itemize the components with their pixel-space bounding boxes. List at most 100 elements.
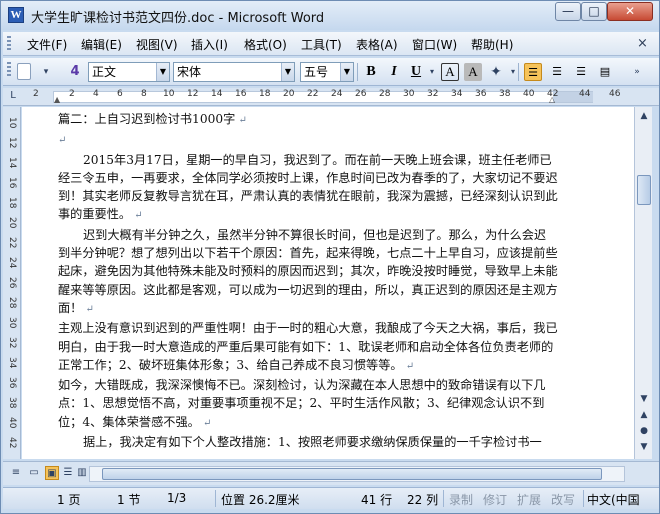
vruler-number: 34 — [7, 357, 17, 369]
menu-bar: 文件(F) 编辑(E) 视图(V) 插入(I) 格式(O) 工具(T) 表格(A… — [3, 32, 659, 56]
menu-insert[interactable]: 插入(I) — [191, 36, 228, 53]
vruler-number: 22 — [7, 237, 17, 249]
document-heading: 篇二：上自习迟到检讨书1000字 ↵ — [58, 112, 247, 126]
style-value: 正文 — [92, 65, 117, 79]
toolbar-options-icon[interactable]: » — [628, 63, 646, 81]
formatting-toolbar: ▾ 4 正文 ▼ 宋体 ▼ 五号 ▼ B I U ▾ A A ✦ ▾ ☰ ☰ ☰… — [3, 58, 659, 86]
previous-page-icon[interactable]: ▲ — [636, 407, 652, 423]
horizontal-scroll-thumb[interactable] — [102, 468, 602, 480]
vruler-number: 20 — [7, 217, 17, 229]
status-column: 22 列 — [407, 493, 439, 507]
document-body[interactable]: 篇二：上自习迟到检讨书1000字 ↵ ↵ 2015年3月17日，星期一的早自习，… — [58, 107, 558, 451]
toolbar-overflow-icon[interactable]: ▾ — [37, 63, 55, 81]
highlight-dropdown-icon[interactable]: ▾ — [504, 63, 522, 81]
toolbar-separator — [357, 63, 358, 81]
font-size-combo[interactable]: 五号 ▼ — [300, 62, 354, 82]
toolbar-grip-icon[interactable] — [7, 62, 11, 78]
font-value: 宋体 — [177, 65, 202, 79]
font-combo[interactable]: 宋体 ▼ — [173, 62, 295, 82]
char-border-icon[interactable]: A — [441, 63, 459, 81]
menu-edit[interactable]: 编辑(E) — [81, 36, 122, 53]
vertical-scroll-thumb[interactable] — [637, 175, 651, 205]
status-record[interactable]: 录制 — [449, 491, 473, 508]
align-left-icon[interactable]: ☰ — [524, 63, 542, 81]
status-line: 41 行 — [361, 493, 393, 507]
style-combo[interactable]: 正文 ▼ — [88, 62, 170, 82]
ruler-number: 36 — [475, 89, 487, 99]
document-paragraph: 据上，我决定有如下个人整改措施：1、按照老师要求缴纳保质保量的一千字检讨书一 — [83, 435, 542, 450]
status-overtype[interactable]: 改写 — [551, 491, 575, 508]
document-paragraph: 如今，大错既成，我深深懊悔不已。深刻检讨，认为深藏在本人思想中的致命错误有以下几… — [58, 378, 546, 429]
horizontal-scrollbar[interactable] — [89, 466, 625, 482]
word-app-icon[interactable]: W — [8, 7, 24, 23]
font-size-value: 五号 — [304, 65, 329, 79]
ruler-number: 6 — [117, 89, 123, 99]
ruler-number: 12 — [187, 89, 199, 99]
close-window-button[interactable]: ✕ — [607, 2, 653, 21]
highlight-icon[interactable]: ✦ — [487, 63, 505, 81]
maximize-button[interactable]: □ — [581, 2, 607, 21]
ruler-number: 26 — [355, 89, 367, 99]
status-track-changes[interactable]: 修订 — [483, 491, 507, 508]
menubar-grip-icon[interactable] — [7, 36, 11, 52]
ruler-number: 14 — [211, 89, 223, 99]
align-center-icon[interactable]: ☰ — [548, 63, 566, 81]
right-indent-icon[interactable]: △ — [549, 95, 555, 104]
menu-format[interactable]: 格式(O) — [244, 36, 287, 53]
status-separator — [583, 490, 584, 507]
view-bar: ≡ ▭ ▣ ☰ ▥ — [3, 461, 659, 485]
toolbar-separator — [518, 63, 519, 81]
bold-icon[interactable]: B — [362, 63, 380, 81]
normal-view-icon[interactable]: ≡ — [9, 466, 23, 480]
document-page[interactable]: 篇二：上自习迟到检讨书1000字 ↵ ↵ 2015年3月17日，星期一的早自习，… — [22, 107, 634, 459]
horizontal-ruler[interactable]: L 2 2 4 6 8 10 12 14 16 18 20 22 24 26 2… — [3, 88, 659, 106]
align-justify-icon[interactable]: ▤ — [596, 63, 614, 81]
word-window: W 大学生旷课检讨书范文四份.doc - Microsoft Word — □ … — [0, 0, 660, 514]
outline-view-icon[interactable]: ☰ — [61, 466, 75, 480]
menu-window[interactable]: 窗口(W) — [412, 36, 457, 53]
first-line-indent-icon[interactable]: ▲ — [54, 95, 60, 104]
menu-file[interactable]: 文件(F) — [27, 36, 67, 53]
menu-help[interactable]: 帮助(H) — [471, 36, 513, 53]
minimize-button[interactable]: — — [555, 2, 581, 21]
menu-view[interactable]: 视图(V) — [136, 36, 178, 53]
reading-view-icon[interactable]: ▥ — [75, 466, 89, 480]
chevron-down-icon[interactable]: ▼ — [340, 63, 353, 81]
new-document-icon[interactable] — [17, 63, 31, 80]
ruler-number: 46 — [609, 89, 621, 99]
select-browse-object-icon[interactable]: ● — [636, 423, 652, 439]
vertical-scrollbar[interactable]: ▲ ▼ ▲ ● ▼ — [634, 107, 652, 459]
chevron-down-icon[interactable]: ▼ — [156, 63, 169, 81]
ruler-number: 2 — [69, 89, 75, 99]
status-separator — [215, 490, 216, 507]
status-extend[interactable]: 扩展 — [517, 491, 541, 508]
ruler-number: 40 — [523, 89, 535, 99]
menu-table[interactable]: 表格(A) — [356, 36, 398, 53]
title-bar: W 大学生旷课检讨书范文四份.doc - Microsoft Word — □ … — [1, 1, 659, 30]
underline-dropdown-icon[interactable]: ▾ — [423, 63, 441, 81]
status-separator — [443, 490, 444, 507]
vruler-number: 12 — [7, 137, 17, 149]
tab-selector-icon[interactable]: L — [6, 89, 20, 103]
ruler-number: 10 — [163, 89, 175, 99]
align-right-icon[interactable]: ☰ — [572, 63, 590, 81]
italic-icon[interactable]: I — [385, 63, 403, 81]
chevron-down-icon[interactable]: ▼ — [281, 63, 294, 81]
print-view-icon[interactable]: ▣ — [45, 466, 59, 480]
ruler-number: 24 — [331, 89, 343, 99]
ruler-number: 18 — [259, 89, 271, 99]
next-page-icon[interactable]: ▼ — [636, 439, 652, 455]
menu-tools[interactable]: 工具(T) — [301, 36, 342, 53]
styles-pane-icon[interactable]: 4 — [66, 63, 84, 81]
close-document-icon[interactable]: × — [637, 36, 648, 51]
status-bar: 1 页 1 节 1/3 位置 26.2厘米 41 行 22 列 录制 修订 扩展… — [3, 487, 659, 509]
vertical-ruler[interactable]: 10 12 14 16 18 20 22 24 26 28 30 32 34 3… — [3, 107, 21, 459]
vruler-number: 38 — [7, 397, 17, 409]
web-view-icon[interactable]: ▭ — [27, 466, 41, 480]
status-language: 中文(中国 — [587, 493, 640, 507]
ruler-number: 2 — [33, 89, 39, 99]
scroll-up-icon[interactable]: ▲ — [636, 108, 652, 124]
ruler-track — [53, 91, 593, 103]
scroll-down-icon[interactable]: ▼ — [636, 391, 652, 407]
char-shading-icon[interactable]: A — [464, 63, 482, 81]
